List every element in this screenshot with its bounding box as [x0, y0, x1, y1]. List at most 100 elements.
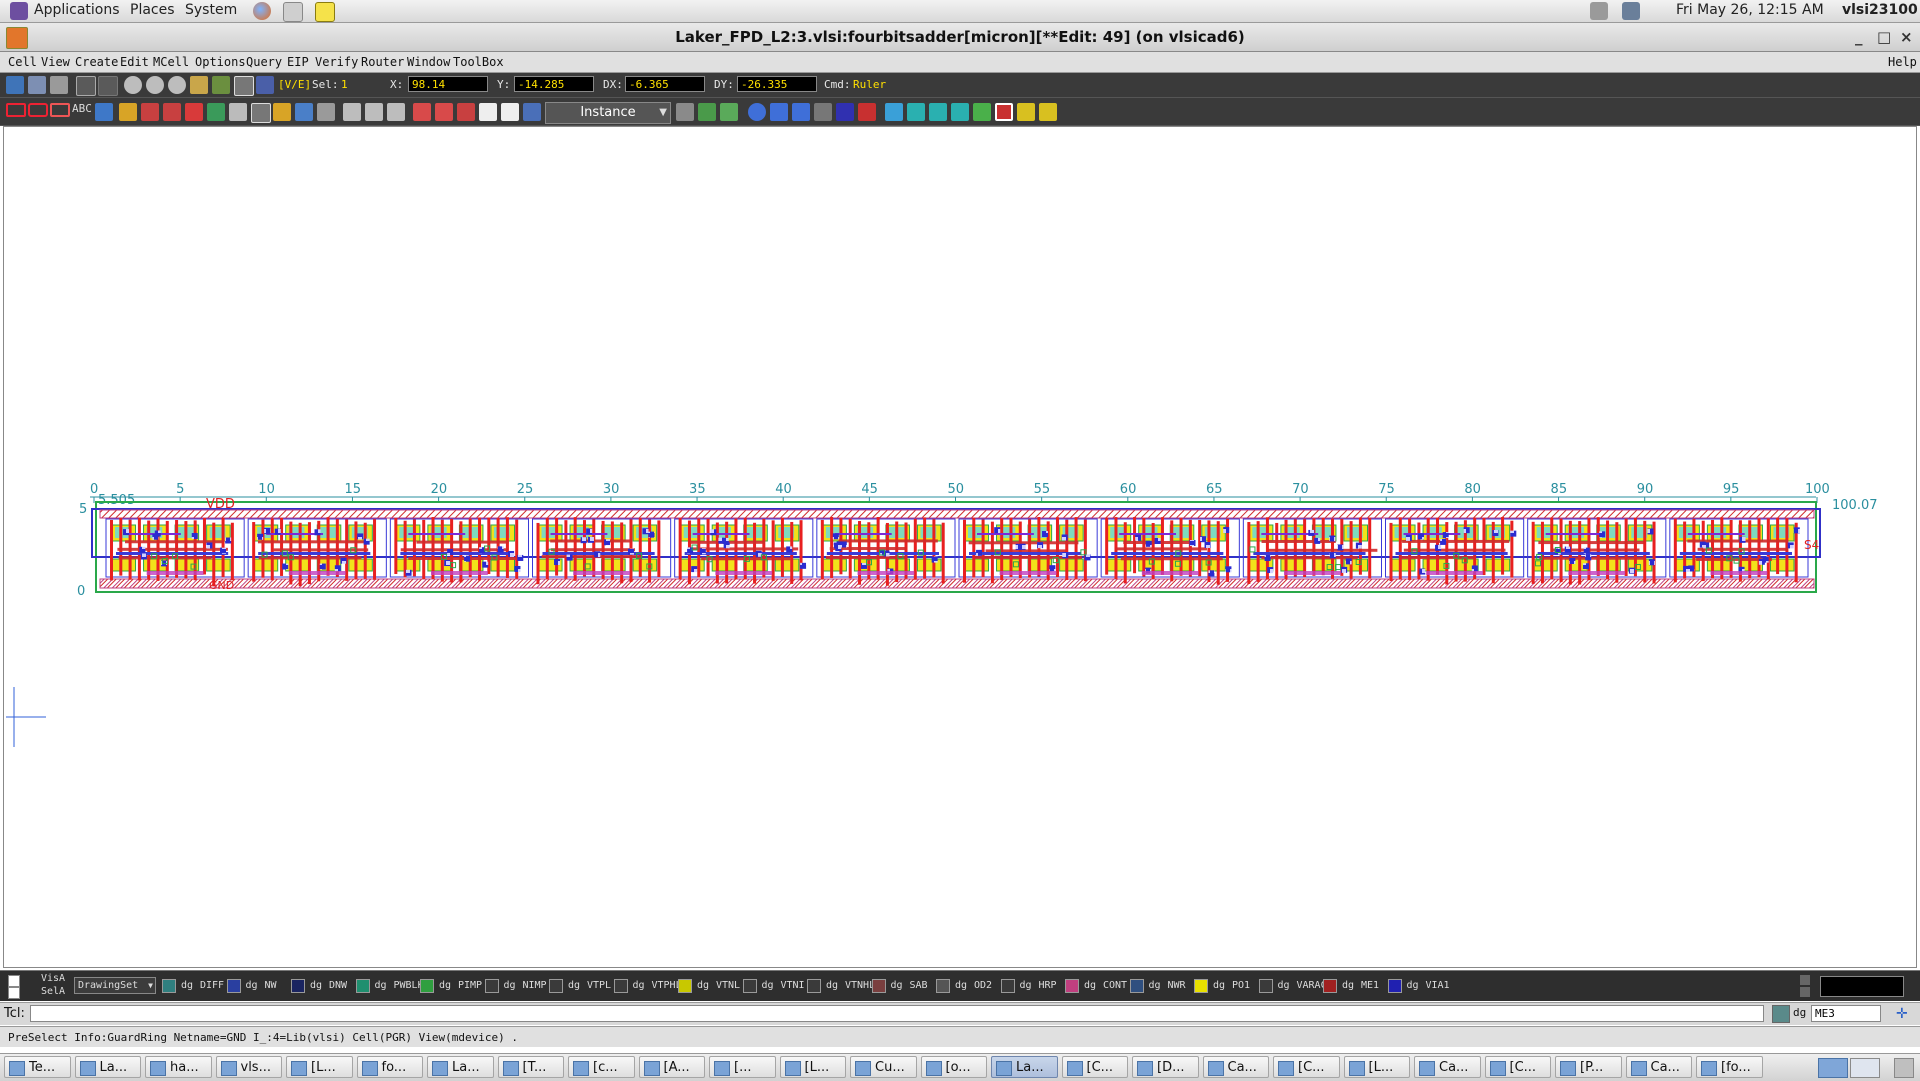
dy-field[interactable]: -26.335: [737, 76, 817, 92]
window-title-bar[interactable]: Laker_FPD_L2:3.vlsi:fourbitsadder[micron…: [0, 23, 1920, 52]
current-layer-field[interactable]: ME3: [1811, 1005, 1881, 1022]
taskbar-window-button[interactable]: [A...: [638, 1056, 705, 1078]
trash-icon[interactable]: [1894, 1058, 1914, 1078]
volume-icon[interactable]: [1590, 2, 1608, 20]
probe-tool-icon[interactable]: [413, 103, 431, 121]
search-tool-icon[interactable]: [501, 103, 519, 121]
workspace-switcher-2[interactable]: [1850, 1058, 1880, 1078]
crosshair-icon[interactable]: ✛: [1896, 1006, 1912, 1022]
x-coord-field[interactable]: 98.14: [408, 76, 488, 92]
layer-swatch[interactable]: [936, 979, 950, 993]
menu-verify[interactable]: Verify: [315, 55, 358, 69]
layer-swatch[interactable]: [420, 979, 434, 993]
zoom-out-icon[interactable]: [124, 76, 142, 94]
undo-icon[interactable]: [76, 76, 96, 96]
taskbar-window-button[interactable]: Te...: [4, 1056, 71, 1078]
layer-swatch[interactable]: [613, 979, 628, 993]
text-tool-icon[interactable]: ABC: [72, 102, 92, 120]
places-menu[interactable]: Places: [130, 2, 175, 18]
layer-swatch[interactable]: [226, 979, 241, 993]
current-layer-swatch[interactable]: [1772, 1005, 1790, 1023]
layer-swatch[interactable]: [355, 979, 370, 993]
layer-swatch[interactable]: [1194, 979, 1208, 993]
fill-icon[interactable]: [1017, 103, 1035, 121]
select-all-checkbox[interactable]: [8, 987, 20, 999]
route-multi-icon[interactable]: [951, 103, 969, 121]
boundary-icon[interactable]: [995, 103, 1013, 121]
copy-tool-icon[interactable]: [207, 103, 225, 121]
layer-swatch[interactable]: [678, 979, 692, 993]
rotate-tool-icon[interactable]: [387, 103, 405, 121]
taskbar-window-button[interactable]: Ca...: [1414, 1056, 1481, 1078]
open-icon[interactable]: [6, 76, 24, 94]
menu-help[interactable]: Help: [1888, 55, 1917, 69]
marker-icon[interactable]: [858, 103, 876, 121]
object-type-select[interactable]: Instance ▼: [545, 102, 671, 124]
align-tool-icon[interactable]: [273, 103, 291, 121]
save-icon[interactable]: [28, 76, 46, 94]
lvs-icon[interactable]: [770, 103, 788, 121]
layer-swatch[interactable]: [1129, 979, 1144, 993]
merge-tool-icon[interactable]: [251, 103, 271, 123]
route-edit-icon[interactable]: [973, 103, 991, 121]
via-tool-icon[interactable]: [95, 103, 113, 121]
print-icon[interactable]: [50, 76, 68, 94]
system-menu[interactable]: System: [185, 2, 237, 18]
y-coord-field[interactable]: -14.285: [514, 76, 594, 92]
applications-menu-icon[interactable]: [10, 2, 28, 20]
taskbar-window-button[interactable]: [L...: [779, 1056, 846, 1078]
taskbar-window-button[interactable]: Ca...: [1202, 1056, 1269, 1078]
taskbar-window-button[interactable]: [L...: [1343, 1056, 1410, 1078]
layout-canvas[interactable]: 0 5 10 15 20 25 30 35 40 45 50 55 60 65 70 75 80 85 90 95 10…: [3, 126, 1917, 968]
find-tool-icon[interactable]: [479, 103, 497, 121]
layer-swatch[interactable]: [1323, 979, 1337, 993]
route-icon[interactable]: [885, 103, 903, 121]
taskbar-window-button[interactable]: Cu...: [850, 1056, 917, 1078]
stretch-tool-icon[interactable]: [185, 103, 203, 121]
path-tool-icon[interactable]: [28, 103, 48, 117]
flip-tool-icon[interactable]: [343, 103, 361, 121]
highlight-tool-icon[interactable]: [457, 103, 475, 121]
mail-launcher-icon[interactable]: [283, 2, 303, 22]
route-net-icon[interactable]: [929, 103, 947, 121]
menu-eip[interactable]: EIP: [287, 55, 309, 69]
instance-tool-icon[interactable]: [141, 103, 159, 121]
minimize-button[interactable]: _: [1855, 28, 1863, 46]
network-icon[interactable]: [1622, 2, 1640, 20]
taskbar-window-button[interactable]: La...: [74, 1056, 141, 1078]
close-button[interactable]: ×: [1900, 28, 1913, 46]
extract-icon[interactable]: [792, 103, 810, 121]
cell-layout[interactable]: VDD GND S4: [91, 497, 1821, 593]
zoom-fit-icon[interactable]: [168, 76, 186, 94]
applications-menu[interactable]: Applications: [34, 2, 120, 18]
taskbar-window-button[interactable]: ha...: [145, 1056, 212, 1078]
taskbar-window-button[interactable]: [L...: [286, 1056, 353, 1078]
taskbar-window-button[interactable]: La...: [991, 1056, 1058, 1078]
layer-swatch[interactable]: [1000, 979, 1015, 993]
notes-launcher-icon[interactable]: [315, 2, 335, 22]
pin-icon[interactable]: [814, 103, 832, 121]
taskbar-window-button[interactable]: [C...: [1061, 1056, 1128, 1078]
menu-mcell[interactable]: MCell: [153, 55, 189, 69]
cut-tool-icon[interactable]: [229, 103, 247, 121]
maximize-button[interactable]: □: [1877, 28, 1891, 46]
taskbar-window-button[interactable]: [o...: [920, 1056, 987, 1078]
taskbar-window-button[interactable]: [P...: [1555, 1056, 1622, 1078]
tcl-input[interactable]: [30, 1005, 1764, 1022]
clock[interactable]: Fri May 26, 12:15 AM: [1676, 2, 1824, 18]
layer-scroll-down[interactable]: [1800, 987, 1810, 997]
layer-swatch[interactable]: [162, 979, 176, 993]
layer-swatch[interactable]: [549, 979, 563, 993]
taskbar-window-button[interactable]: La...: [427, 1056, 494, 1078]
polygon-tool-icon[interactable]: [50, 103, 70, 117]
layer-scroll-up[interactable]: [1800, 975, 1810, 985]
taskbar-window-button[interactable]: vls...: [215, 1056, 282, 1078]
taskbar-window-button[interactable]: [C...: [1484, 1056, 1551, 1078]
menu-window[interactable]: Window: [407, 55, 450, 69]
move-tool-icon[interactable]: [163, 103, 181, 121]
ruler-tool-icon[interactable]: [435, 103, 453, 121]
label-icon[interactable]: [836, 103, 854, 121]
layer-swatch[interactable]: [871, 979, 886, 993]
layer-swatch[interactable]: [1258, 979, 1273, 993]
grid-toggle-icon[interactable]: [698, 103, 716, 121]
